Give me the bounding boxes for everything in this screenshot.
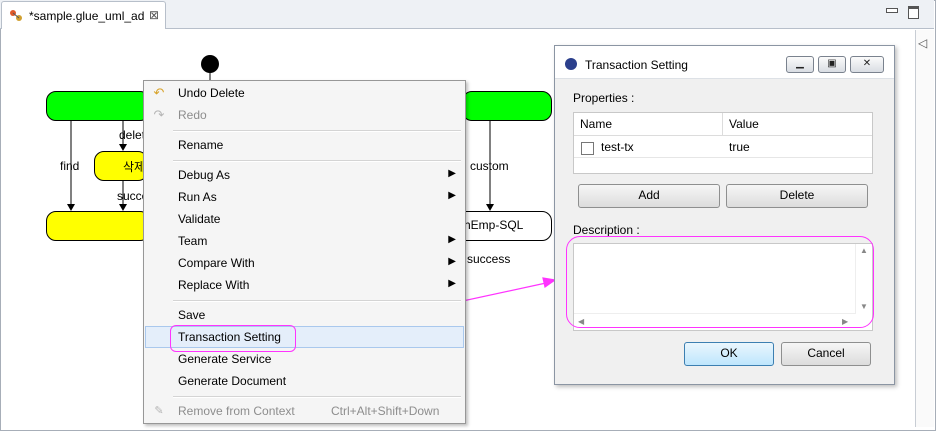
white-state-label: hEmp-SQL — [464, 218, 524, 232]
eclipse-icon — [565, 58, 577, 70]
description-label: Description : — [573, 223, 640, 237]
yellow-state-label: 삭제 — [123, 160, 146, 174]
menu-separator — [173, 396, 461, 398]
minimize-button[interactable]: ▁ — [786, 56, 814, 73]
submenu-arrow-icon: ▶ — [448, 256, 456, 267]
initial-node[interactable] — [201, 55, 219, 73]
undo-icon: ↶ — [153, 85, 165, 100]
edge-label-find: find — [60, 159, 80, 173]
menu-item-save[interactable]: Save — [145, 304, 464, 326]
ok-button[interactable]: OK — [684, 342, 774, 366]
row-name[interactable]: test-tx — [601, 140, 634, 154]
restore-button[interactable]: ▣ — [818, 56, 846, 73]
highlight-annotation — [566, 236, 874, 328]
transaction-setting-dialog: Transaction Setting ▁ ▣ ✕ Properties : N… — [554, 45, 895, 385]
menu-accelerator: Ctrl+Alt+Shift+Down — [331, 404, 440, 418]
menu-item-run-as[interactable]: Run As ▶ — [145, 186, 464, 208]
yellow-state-bottom[interactable] — [46, 211, 150, 241]
menu-item-undo-delete[interactable]: ↶ Undo Delete — [145, 82, 464, 104]
menu-separator — [173, 300, 461, 302]
redo-icon: ↷ — [153, 107, 165, 122]
row-divider — [574, 157, 872, 158]
menu-item-redo[interactable]: ↷ Redo — [145, 104, 464, 126]
white-state-sql[interactable]: hEmp-SQL — [452, 211, 552, 241]
menu-item-validate[interactable]: Validate — [145, 208, 464, 230]
menu-separator — [173, 130, 461, 132]
menu-item-remove-from-context[interactable]: ✎ Remove from Context Ctrl+Alt+Shift+Dow… — [145, 400, 464, 422]
submenu-arrow-icon: ▶ — [448, 190, 456, 201]
dialog-titlebar: Transaction Setting ▁ ▣ ✕ — [555, 46, 894, 79]
remove-context-icon: ✎ — [154, 405, 164, 417]
edge-label-success-right: success — [467, 252, 511, 266]
column-header-value[interactable]: Value — [723, 113, 872, 136]
edge-label-delete: delet — [119, 128, 146, 142]
submenu-arrow-icon: ▶ — [448, 168, 456, 179]
yellow-state-delete[interactable]: 삭제 — [94, 151, 148, 181]
properties-label: Properties : — [573, 91, 635, 105]
properties-table: Name Value test-tx true — [573, 112, 873, 174]
column-header-name[interactable]: Name — [574, 113, 723, 136]
submenu-arrow-icon: ▶ — [448, 278, 456, 289]
menu-separator — [173, 160, 461, 162]
green-state-left[interactable] — [46, 91, 150, 121]
menu-item-rename[interactable]: Rename — [145, 134, 464, 156]
delete-button[interactable]: Delete — [726, 184, 868, 208]
row-checkbox[interactable] — [581, 142, 594, 155]
submenu-arrow-icon: ▶ — [448, 234, 456, 245]
menu-item-replace-with[interactable]: Replace With ▶ — [145, 274, 464, 296]
menu-item-debug-as[interactable]: Debug As ▶ — [145, 164, 464, 186]
close-button[interactable]: ✕ — [850, 56, 884, 73]
edge-label-custom: custom — [470, 159, 509, 173]
menu-item-team[interactable]: Team ▶ — [145, 230, 464, 252]
add-button[interactable]: Add — [578, 184, 720, 208]
context-menu: ↶ Undo Delete ↷ Redo Rename Debug As ▶ R… — [143, 80, 466, 424]
menu-item-generate-service[interactable]: Generate Service — [145, 348, 464, 370]
green-state-right[interactable] — [462, 91, 552, 121]
row-value[interactable]: true — [729, 140, 750, 154]
cancel-button[interactable]: Cancel — [781, 342, 871, 366]
menu-item-generate-document[interactable]: Generate Document — [145, 370, 464, 392]
menu-item-compare-with[interactable]: Compare With ▶ — [145, 252, 464, 274]
dialog-title: Transaction Setting — [585, 58, 688, 72]
